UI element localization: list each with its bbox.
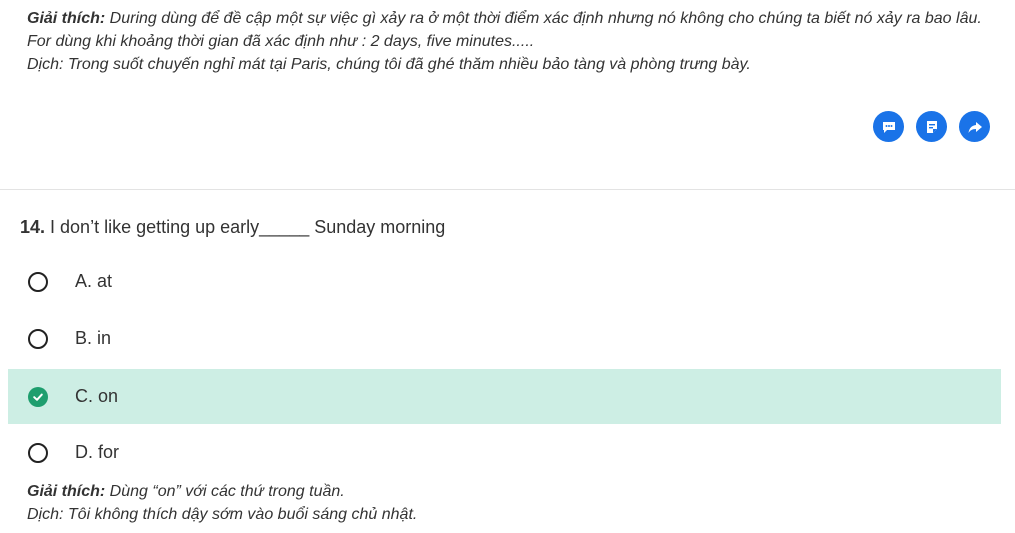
option-label: C. on bbox=[75, 386, 119, 406]
question-14: 14. I don’t like getting up early_____ S… bbox=[20, 215, 445, 239]
option-label: D. for bbox=[75, 442, 120, 462]
explanation-translation: Dịch: Tôi không thích dậy sớm vào buổi s… bbox=[27, 506, 418, 523]
option-a[interactable]: A. at bbox=[8, 254, 1001, 309]
option-c[interactable]: C. on bbox=[8, 369, 1001, 424]
option-label: B. in bbox=[75, 328, 112, 348]
check-circle-icon[interactable] bbox=[28, 386, 48, 407]
answer-explanation-main: Giải thích: Dùng “on” với các thứ trong … bbox=[27, 480, 417, 503]
option-label: A. at bbox=[75, 271, 113, 291]
radio-icon[interactable] bbox=[28, 442, 48, 463]
action-bar bbox=[873, 111, 990, 142]
question-number: 14. bbox=[20, 217, 46, 237]
comment-button[interactable] bbox=[873, 111, 904, 142]
section-divider bbox=[0, 189, 1015, 190]
checkmark-icon bbox=[33, 393, 43, 401]
comment-icon bbox=[882, 121, 895, 133]
explanation-translation: Dịch: Trong suốt chuyến nghỉ mát tại Par… bbox=[27, 56, 751, 73]
answer-explanation: Giải thích: Dùng “on” với các thứ trong … bbox=[27, 480, 417, 526]
explanation-for-note: For dùng khi khoảng thời gian đã xác địn… bbox=[27, 33, 535, 50]
note-button[interactable] bbox=[916, 111, 947, 142]
note-icon bbox=[926, 120, 937, 133]
explanation-text: Dùng “on” với các thứ trong tuần. bbox=[105, 483, 345, 500]
explanation-label: Giải thích: bbox=[27, 10, 106, 27]
share-button[interactable] bbox=[959, 111, 990, 142]
option-b[interactable]: B. in bbox=[8, 311, 1001, 366]
previous-explanation-main: Giải thích: During dùng để đề cập một sự… bbox=[27, 7, 992, 30]
previous-explanation: Giải thích: During dùng để đề cập một sự… bbox=[27, 7, 992, 76]
question-text: I don’t like getting up early_____ Sunda… bbox=[45, 217, 446, 237]
explanation-text: During dùng để đề cập một sự việc gì xảy… bbox=[105, 10, 982, 27]
radio-icon[interactable] bbox=[28, 328, 48, 349]
explanation-label: Giải thích: bbox=[27, 483, 106, 500]
share-icon bbox=[968, 121, 982, 133]
radio-icon[interactable] bbox=[28, 271, 48, 292]
option-d[interactable]: D. for bbox=[8, 425, 1001, 480]
